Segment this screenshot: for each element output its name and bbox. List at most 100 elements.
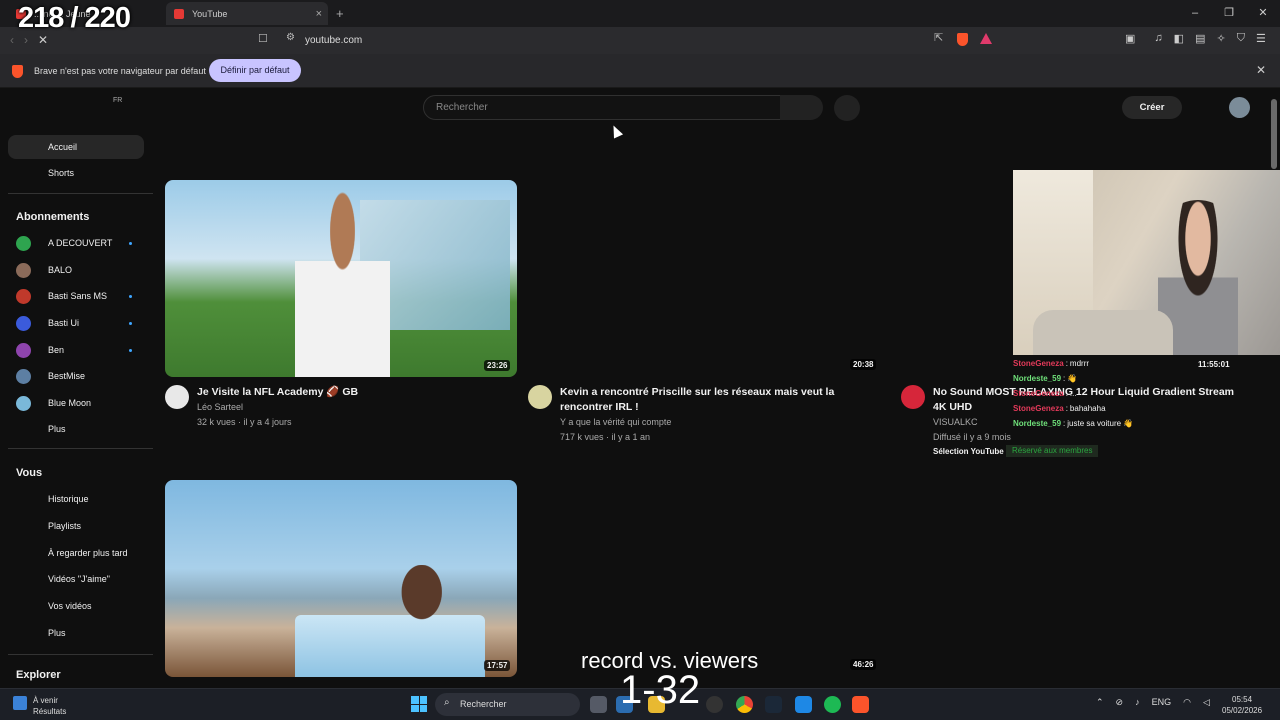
url-field[interactable]: youtube.com	[250, 30, 1000, 51]
video-channel[interactable]: Y a que la vérité qui compte	[560, 415, 671, 430]
leo-ai-icon[interactable]: ✧	[1216, 32, 1225, 45]
sidebar-icon[interactable]: ◧	[1174, 32, 1184, 45]
video-channel[interactable]: VISUALKC	[933, 415, 978, 430]
brave-rewards-icon[interactable]	[980, 33, 992, 44]
channel-avatar	[16, 342, 31, 358]
sidebar-sub-item[interactable]: Ben	[16, 342, 132, 358]
channel-avatar[interactable]	[165, 385, 189, 409]
youtube-favicon	[174, 8, 184, 19]
record-value-overlay: 1-32	[620, 668, 701, 712]
task-view-icon[interactable]	[590, 696, 607, 713]
explore-heading: Explorer	[16, 669, 61, 681]
maximize-icon[interactable]: ❐	[1212, 0, 1246, 27]
app-icon[interactable]	[795, 696, 812, 713]
sidebar-item-history[interactable]: Historique	[48, 494, 89, 504]
you-heading[interactable]: Vous	[16, 467, 42, 479]
bookmark-icon[interactable]: ☐	[258, 32, 268, 45]
brave-shield-icon[interactable]	[957, 33, 968, 46]
sub-name: BestMise	[48, 371, 86, 381]
microphone-icon[interactable]: ♪	[1135, 697, 1140, 708]
media-icon[interactable]: ♫	[1154, 32, 1162, 45]
search-button[interactable]	[780, 95, 823, 120]
wallet-icon[interactable]: ▤	[1195, 32, 1205, 45]
app-icon[interactable]	[706, 696, 723, 713]
sidebar-item-your-videos[interactable]: Vos vidéos	[48, 601, 92, 611]
sub-name: Ben	[48, 345, 65, 355]
start-button[interactable]	[411, 696, 427, 712]
sidebar-subs-more[interactable]: Plus	[48, 424, 66, 434]
chat-text: ...	[1069, 389, 1077, 398]
chevron-up-icon[interactable]: ⌃	[1096, 697, 1104, 708]
minimize-icon[interactable]: –	[1178, 0, 1212, 27]
network-icon[interactable]: ⊘	[1116, 697, 1124, 708]
sidebar-item-playlists[interactable]: Playlists	[48, 521, 81, 531]
sidebar-sub-item[interactable]: Basti Sans MS	[16, 288, 132, 304]
channel-avatar	[16, 235, 31, 251]
blanket-shape	[1033, 310, 1173, 355]
screenshot-icon[interactable]: ▣	[1125, 32, 1135, 45]
create-button[interactable]: Créer	[1122, 96, 1182, 119]
video-meta: Diffusé il y a 9 mois	[933, 432, 1011, 442]
channel-avatar[interactable]	[528, 385, 552, 409]
tab-youtube[interactable]: YouTube ×	[166, 2, 328, 25]
sidebar-item-liked[interactable]: Vidéos "J'aime"	[48, 574, 110, 584]
video-duration: 20:38	[850, 359, 877, 370]
sidebar-sub-item[interactable]: Basti Ui	[16, 315, 132, 331]
share-icon[interactable]: ⇱	[934, 31, 943, 44]
taskbar-clock[interactable]: 05:54 05/02/2026	[1222, 694, 1262, 716]
video-thumbnail[interactable]: 17:57	[165, 480, 517, 677]
sidebar-sub-item[interactable]: A DECOUVERT	[16, 235, 132, 251]
vpn-icon[interactable]: ⛉	[1237, 32, 1245, 45]
channel-avatar[interactable]	[901, 385, 925, 409]
chrome-icon[interactable]	[736, 696, 753, 713]
volume-icon[interactable]: ◁	[1203, 697, 1210, 708]
sidebar-sub-item[interactable]: BALO	[16, 262, 72, 278]
video-title[interactable]: Kevin a rencontré Priscille sur les rése…	[560, 385, 850, 415]
account-avatar[interactable]	[1229, 97, 1250, 118]
sidebar-item-more[interactable]: Plus	[48, 628, 66, 638]
video-title[interactable]: Je Visite la NFL Academy 🏈 GB	[197, 385, 507, 400]
taskbar-search[interactable]: Rechercher	[435, 693, 580, 716]
wifi-icon[interactable]: ◠	[1183, 697, 1191, 708]
widgets-icon[interactable]	[13, 696, 27, 710]
tab-close-icon[interactable]: ×	[316, 8, 322, 20]
menu-icon[interactable]: ☰	[1256, 32, 1266, 45]
forward-icon[interactable]: ›	[24, 33, 28, 47]
channel-avatar	[16, 368, 31, 384]
mouse-cursor-icon	[608, 123, 624, 139]
chat-message: Nordeste_59: juste sa voiture 👋	[1013, 416, 1280, 431]
streamer-webcam	[1013, 170, 1280, 355]
video-channel[interactable]: Léo Sarteel	[197, 400, 243, 415]
spotify-icon[interactable]	[824, 696, 841, 713]
site-info-icon[interactable]: ⚙	[286, 32, 295, 43]
subscriptions-heading[interactable]: Abonnements	[16, 211, 89, 223]
channel-avatar	[16, 395, 31, 411]
search-input[interactable]: Rechercher	[423, 95, 781, 120]
sidebar-divider	[8, 448, 153, 449]
curated-badge: Sélection YouTube	[933, 447, 1004, 456]
sidebar-item-shorts[interactable]: Shorts	[48, 168, 74, 178]
person-shape	[375, 565, 460, 655]
voice-search-button[interactable]	[834, 95, 860, 121]
scrollbar-thumb[interactable]	[1271, 99, 1277, 169]
brave-icon[interactable]	[852, 696, 869, 713]
sidebar-sub-item[interactable]: BestMise	[16, 368, 85, 384]
sidebar-sub-item[interactable]: Blue Moon	[16, 395, 91, 411]
sidebar-item-home[interactable]: Accueil	[8, 135, 144, 159]
back-icon[interactable]: ‹	[10, 33, 14, 47]
close-window-icon[interactable]: ✕	[1246, 0, 1280, 27]
steam-icon[interactable]	[765, 696, 782, 713]
members-only-badge: Réservé aux membres	[1006, 445, 1099, 457]
widgets-text[interactable]: À venir Résultats	[33, 695, 66, 717]
video-thumbnail[interactable]: 23:26	[165, 180, 517, 377]
chat-user: StoneGeneza	[1013, 359, 1064, 368]
widgets-title: À venir	[33, 696, 58, 705]
sidebar-item-watch-later[interactable]: À regarder plus tard	[48, 548, 128, 558]
infobar-close-icon[interactable]: ✕	[1256, 63, 1266, 77]
chat-user: Nordeste_59	[1013, 374, 1062, 383]
set-default-button[interactable]: Définir par défaut	[209, 59, 301, 82]
channel-avatar	[16, 288, 31, 304]
stop-loading-icon[interactable]: ✕	[38, 33, 48, 47]
language-indicator[interactable]: ENG	[1152, 697, 1172, 708]
new-tab-button[interactable]: +	[336, 6, 344, 21]
